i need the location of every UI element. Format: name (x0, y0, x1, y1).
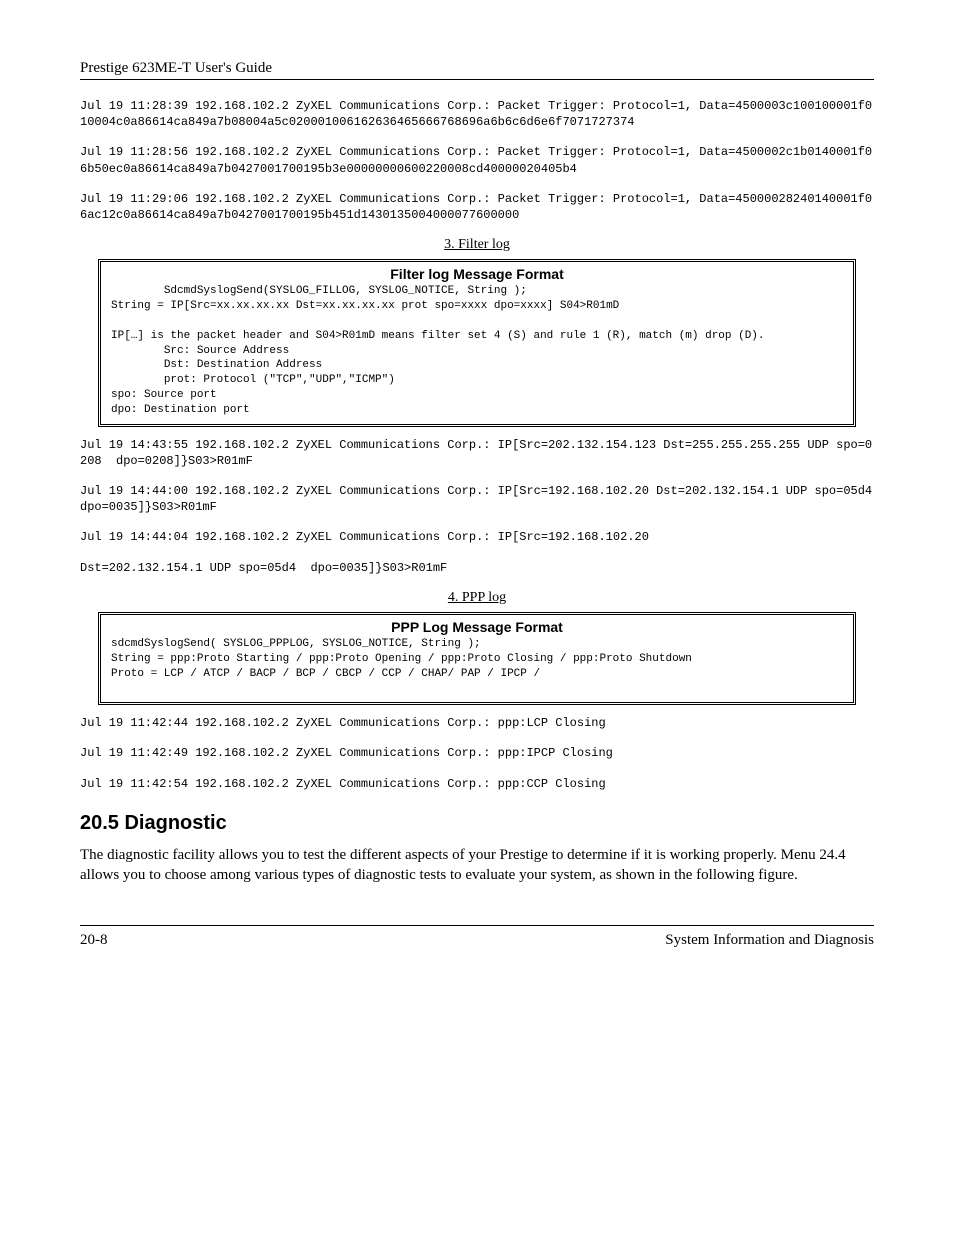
ppp-log-box-body: sdcmdSyslogSend( SYSLOG_PPPLOG, SYSLOG_N… (101, 637, 853, 702)
packet-log-3: Jul 19 11:29:06 192.168.102.2 ZyXEL Comm… (80, 191, 874, 223)
footer-chapter-title: System Information and Diagnosis (665, 932, 874, 949)
ppp-log-entry-1: Jul 19 11:42:44 192.168.102.2 ZyXEL Comm… (80, 715, 874, 731)
ppp-log-box-title: PPP Log Message Format (101, 615, 853, 637)
section-heading-diagnostic: 20.5 Diagnostic (80, 812, 874, 835)
ppp-log-entry-3: Jul 19 11:42:54 192.168.102.2 ZyXEL Comm… (80, 776, 874, 792)
filter-log-box-body: SdcmdSyslogSend(SYSLOG_FILLOG, SYSLOG_NO… (101, 284, 853, 424)
filter-log-box: Filter log Message Format SdcmdSyslogSen… (98, 259, 856, 427)
section-4-label: 4. PPP log (80, 590, 874, 606)
page-footer: 20-8 System Information and Diagnosis (80, 925, 874, 949)
footer-page-number: 20-8 (80, 932, 108, 949)
filter-log-entry-3: Jul 19 14:44:04 192.168.102.2 ZyXEL Comm… (80, 529, 874, 545)
ppp-log-box: PPP Log Message Format sdcmdSyslogSend( … (98, 612, 856, 705)
diagnostic-body-text: The diagnostic facility allows you to te… (80, 845, 874, 886)
page-header: Prestige 623ME-T User's Guide (80, 60, 874, 80)
packet-log-2: Jul 19 11:28:56 192.168.102.2 ZyXEL Comm… (80, 144, 874, 176)
filter-log-box-title: Filter log Message Format (101, 262, 853, 284)
filter-log-entry-4: Dst=202.132.154.1 UDP spo=05d4 dpo=0035]… (80, 560, 874, 576)
filter-log-entry-2: Jul 19 14:44:00 192.168.102.2 ZyXEL Comm… (80, 483, 874, 515)
ppp-log-entry-2: Jul 19 11:42:49 192.168.102.2 ZyXEL Comm… (80, 745, 874, 761)
filter-log-entry-1: Jul 19 14:43:55 192.168.102.2 ZyXEL Comm… (80, 437, 874, 469)
section-3-label: 3. Filter log (80, 237, 874, 253)
packet-log-1: Jul 19 11:28:39 192.168.102.2 ZyXEL Comm… (80, 98, 874, 130)
